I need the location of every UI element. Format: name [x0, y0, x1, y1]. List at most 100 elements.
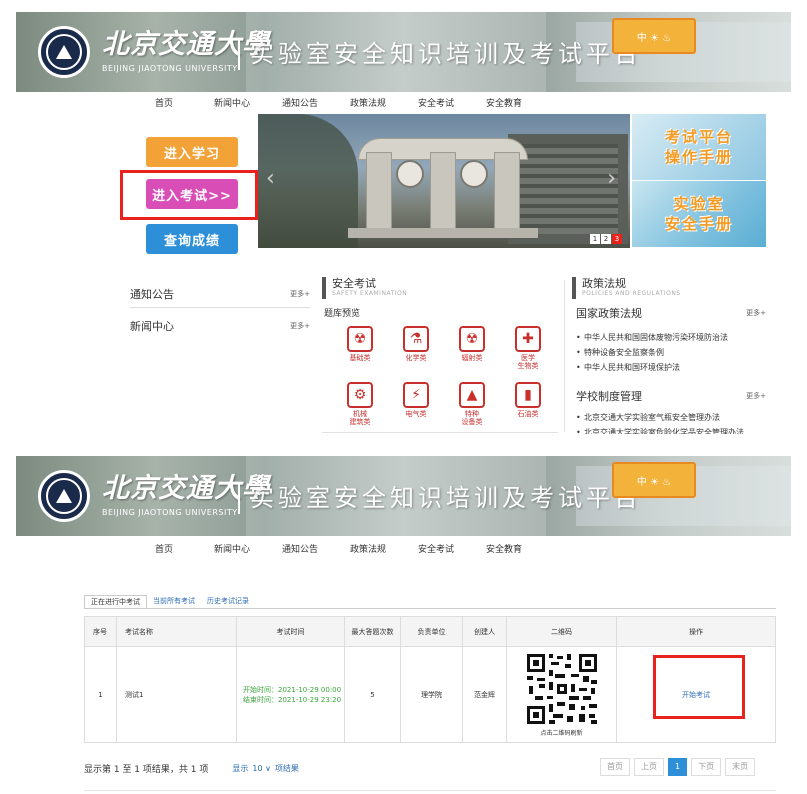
bank-medical[interactable]: ✚ 医学 生物类 [500, 326, 556, 370]
national-policy-list: 中华人民共和国固体废物污染环境防治法 特种设备安全监察条例 中华人民共和国环境保… [576, 330, 776, 375]
lab-manual-line1: 实验室 [673, 195, 725, 213]
nav-notice[interactable]: 通知公告 [266, 542, 334, 560]
query-score-button[interactable]: 查询成绩 [146, 224, 238, 254]
university-name-en: BEIJING JIAOTONG UNIVERSITY [102, 508, 238, 517]
summary-text: 显示第 1 至 1 项结果，共 1 项 [84, 765, 209, 775]
nav-policy[interactable]: 政策法规 [334, 542, 402, 560]
school-more-link[interactable]: 更多+ [746, 391, 766, 401]
news-list-header: 新闻中心 更多+ [130, 312, 310, 340]
question-bank-grid: ☢ 基础类 ⚗ 化学类 ☢ 辐射类 ✚ 医学 生物类 ⚙ 机械 建筑类 ⚡ 电气类 ▲ 特种 … [332, 326, 556, 426]
platform-title: 实验室安全知识培训及考试平台 [250, 484, 642, 512]
nav-news[interactable]: 新闻中心 [198, 96, 266, 114]
national-policy-header: 国家政策法规 更多+ [576, 305, 766, 321]
col-time: 考试时间 [236, 616, 345, 647]
page-size-select[interactable]: 10 ∨ [252, 764, 271, 773]
bank-petroleum[interactable]: ▮ 石油类 [500, 382, 556, 426]
tab-ongoing[interactable]: 正在进行中考试 [84, 595, 147, 609]
flask-icon: ☢ [347, 326, 373, 352]
nav-home[interactable]: 首页 [130, 96, 198, 114]
carousel-prev-icon[interactable]: ‹ [266, 166, 275, 191]
qr-caption[interactable]: 点击二维码刷新 [507, 728, 616, 737]
national-policy-title: 国家政策法规 [576, 307, 642, 320]
start-time: 开始时间：2021-10-29 00:00 [243, 685, 342, 694]
safety-exam-title: 安全考试 [332, 277, 376, 290]
nav-exam[interactable]: 安全考试 [402, 96, 470, 114]
nav-home[interactable]: 首页 [130, 542, 198, 560]
radiation-icon: ☢ [459, 326, 485, 352]
university-name-en: BEIJING JIAOTONG UNIVERSITY [102, 64, 238, 73]
bank-electrical[interactable]: ⚡ 电气类 [388, 382, 444, 426]
page-1-button[interactable]: 1 [668, 758, 688, 776]
tab-all[interactable]: 当前所有考试 [147, 595, 201, 609]
carousel-dot[interactable]: 3 [612, 234, 622, 244]
image-carousel[interactable]: ‹ › 1 2 3 [258, 114, 630, 248]
nav-exam[interactable]: 安全考试 [402, 542, 470, 560]
bank-radiation[interactable]: ☢ 辐射类 [444, 326, 500, 370]
cell-name: 测试1 [116, 646, 237, 743]
result-summary: 显示第 1 至 1 项结果，共 1 项 显示 10 ∨ 项结果 [84, 762, 299, 775]
pagination: 首页 上页 1 下页 末页 [600, 758, 756, 776]
notice-more-link[interactable]: 更多+ [290, 289, 310, 299]
question-bank-label: 题库预览 [324, 309, 361, 319]
cell-unit: 理学院 [400, 646, 463, 743]
nav-notice[interactable]: 通知公告 [266, 96, 334, 114]
carousel-dots: 1 2 3 [590, 234, 622, 244]
news-more-link[interactable]: 更多+ [290, 321, 310, 331]
decorative-stamp: 中 ☀ ♨ [612, 18, 696, 54]
exam-manual-card[interactable]: 考试平台 操作手册 [632, 114, 766, 180]
last-page-button[interactable]: 末页 [725, 758, 756, 776]
next-page-button[interactable]: 下页 [691, 758, 722, 776]
carousel-monument [348, 138, 538, 238]
safety-exam-subtitle: SAFETY EXAMINATION [332, 290, 408, 297]
exam-manual-line2: 操作手册 [664, 148, 733, 166]
bank-chemistry[interactable]: ⚗ 化学类 [388, 326, 444, 370]
list-item[interactable]: 中华人民共和国固体废物污染环境防治法 [576, 330, 776, 345]
tabs-underline [84, 608, 776, 609]
col-unit: 负责单位 [400, 616, 463, 647]
barrel-icon: ▮ [515, 382, 541, 408]
notice-title[interactable]: 通知公告 [130, 286, 174, 302]
tab-history[interactable]: 历史考试记录 [201, 595, 255, 609]
school-policy-list: 北京交通大学实验室气瓶安全管理办法 北京交通大学实验室危险化学品安全管理办法 [576, 410, 776, 434]
list-item[interactable]: 中华人民共和国环境保护法 [576, 360, 776, 375]
table-header-row: 序号 考试名称 考试时间 最大答题次数 负责单位 创建人 二维码 操作 [84, 616, 776, 647]
bank-mechanical[interactable]: ⚙ 机械 建筑类 [332, 382, 388, 426]
highlight-box [653, 655, 745, 719]
equipment-icon: ▲ [459, 382, 485, 408]
main-nav: 首页 新闻中心 通知公告 政策法规 安全考试 安全教育 [130, 542, 538, 560]
header-banner: 北京交通大學 BEIJING JIAOTONG UNIVERSITY 实验室安全… [16, 12, 791, 92]
carousel-next-icon[interactable]: › [607, 166, 616, 191]
bank-basic[interactable]: ☢ 基础类 [332, 326, 388, 370]
news-title[interactable]: 新闻中心 [130, 318, 174, 334]
prev-page-button[interactable]: 上页 [634, 758, 664, 776]
col-name: 考试名称 [116, 616, 237, 647]
qr-code-icon[interactable] [524, 652, 599, 726]
nav-policy[interactable]: 政策法规 [334, 96, 402, 114]
decorative-stamp: 中 ☀ ♨ [612, 462, 696, 498]
lab-safety-manual-card[interactable]: 实验室 安全手册 [632, 181, 766, 247]
university-name-cn: 北京交通大學 [102, 29, 270, 60]
policy-subtitle: POLICIES AND REGULATIONS [582, 290, 681, 297]
cell-max-attempts: 5 [344, 646, 401, 743]
university-seal-icon [38, 26, 90, 78]
nav-education[interactable]: 安全教育 [470, 542, 538, 560]
list-item[interactable]: 特种设备安全监察条例 [576, 345, 776, 360]
list-item[interactable]: 北京交通大学实验室气瓶安全管理办法 [576, 410, 776, 425]
first-page-button[interactable]: 首页 [600, 758, 630, 776]
policy-header: 政策法规 POLICIES AND REGULATIONS [572, 277, 681, 299]
enter-learning-button[interactable]: 进入学习 [146, 137, 238, 167]
footer-divider [84, 790, 776, 791]
national-more-link[interactable]: 更多+ [746, 308, 766, 318]
medical-icon: ✚ [515, 326, 541, 352]
nav-news[interactable]: 新闻中心 [198, 542, 266, 560]
university-name-cn: 北京交通大學 [102, 473, 270, 504]
carousel-dot[interactable]: 1 [590, 234, 600, 244]
nav-education[interactable]: 安全教育 [470, 96, 538, 114]
carousel-dot[interactable]: 2 [601, 234, 611, 244]
university-seal-icon [38, 470, 90, 522]
bank-special-equipment[interactable]: ▲ 特种 设备类 [444, 382, 500, 426]
notice-list-header: 通知公告 更多+ [130, 280, 310, 308]
gear-icon: ⚙ [347, 382, 373, 408]
col-index: 序号 [84, 616, 117, 647]
list-item[interactable]: 北京交通大学实验室危险化学品安全管理办法 [576, 425, 776, 434]
